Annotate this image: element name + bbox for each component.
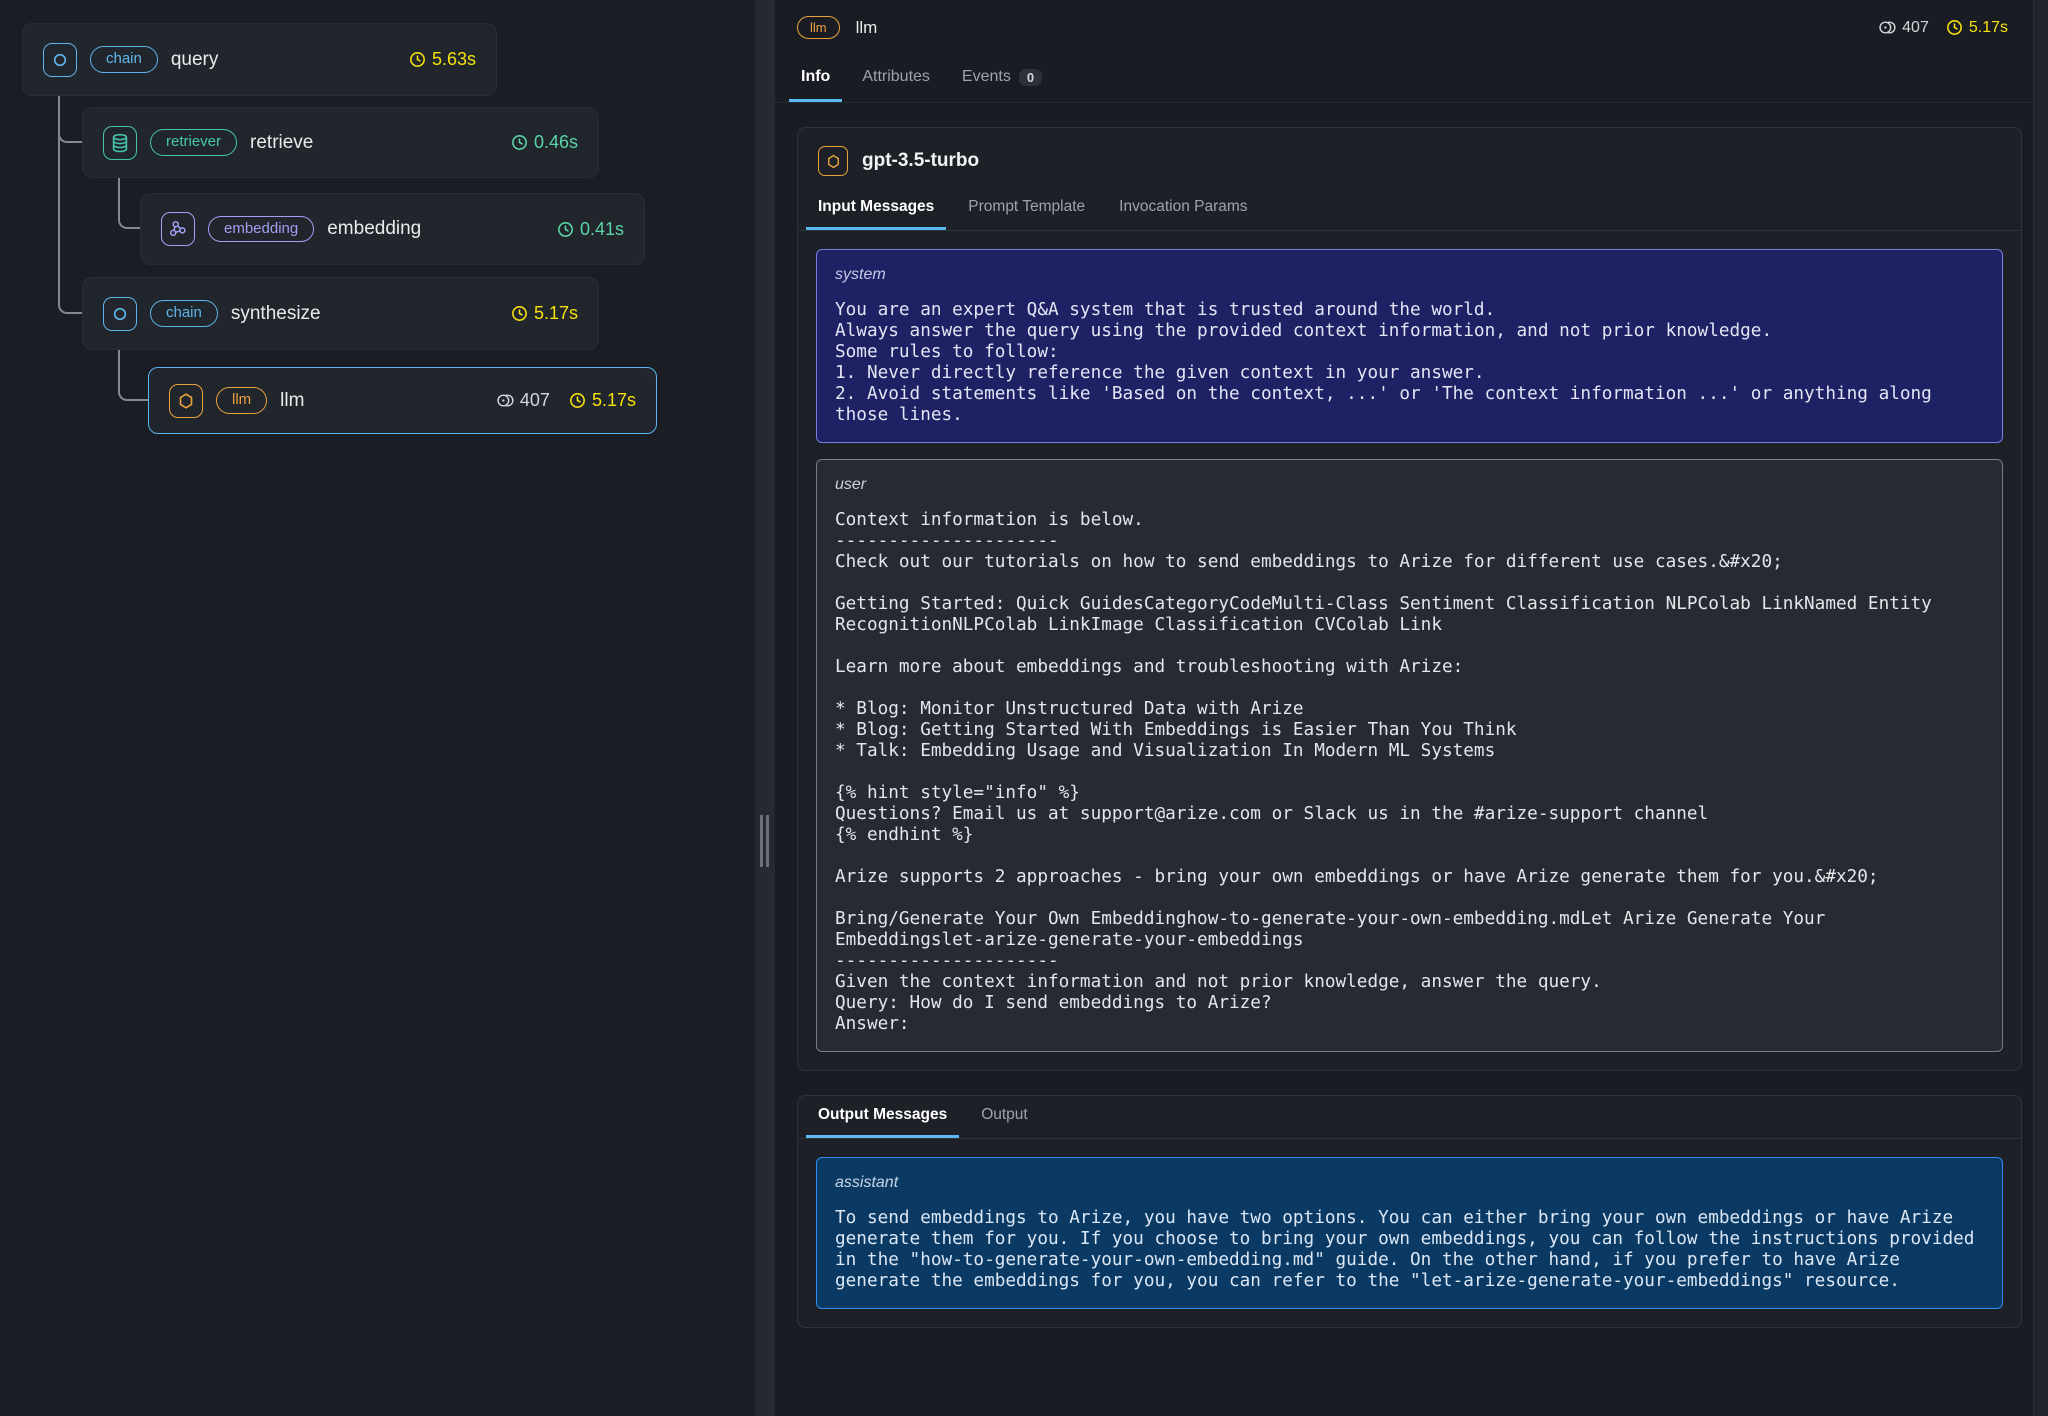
span-row-synthesize[interactable]: chain synthesize 5.17s [82,277,599,350]
trace-tree-panel: chain query 5.63s retriever retrieve 0.4… [0,0,755,1416]
hexagon-llm-icon [818,146,848,176]
tab-attributes[interactable]: Attributes [850,56,942,102]
panel-resize-handle[interactable] [755,0,775,1416]
hexagon-llm-icon [169,384,203,418]
tab-output-messages[interactable]: Output Messages [806,1096,959,1138]
system-message: system You are an expert Q&A system that… [816,249,2003,443]
span-duration: 0.46s [510,132,578,153]
span-duration: 0.41s [556,219,624,240]
message-role: user [835,476,1984,494]
message-role: assistant [835,1174,1984,1192]
tab-info[interactable]: Info [789,56,842,102]
clock-icon [510,304,529,323]
tab-invocation-params[interactable]: Invocation Params [1107,188,1259,230]
span-row-query[interactable]: chain query 5.63s [22,23,497,96]
span-kind-badge: embedding [208,216,314,243]
tokens-icon [1878,18,1897,37]
page-title: llm [856,18,878,38]
span-detail-header: llm llm 407 5.17s [775,0,2048,55]
tokens-icon [496,391,515,410]
clock-icon [556,220,575,239]
message-role: system [835,266,1984,284]
message-text: Context information is below. ----------… [835,510,1984,1035]
span-kind-badge: llm [797,16,840,40]
span-name: retrieve [250,132,313,154]
assistant-message: assistant To send embeddings to Arize, y… [816,1157,2003,1309]
clock-icon [568,391,587,410]
model-card-header: gpt-3.5-turbo [798,128,2021,188]
llm-span-card: gpt-3.5-turbo Input Messages Prompt Temp… [797,127,2022,1071]
span-kind-badge: llm [216,387,267,414]
resize-grip-icon [760,815,763,867]
span-row-retrieve[interactable]: retriever retrieve 0.46s [82,107,599,178]
detail-tabs: Info Attributes Events 0 [775,55,2048,103]
events-count-badge: 0 [1019,69,1042,86]
tab-output[interactable]: Output [969,1096,1040,1138]
tab-prompt-template[interactable]: Prompt Template [956,188,1097,230]
span-kind-badge: chain [150,300,218,327]
span-name: embedding [327,218,421,240]
span-duration: 5.17s [510,303,578,324]
model-name: gpt-3.5-turbo [862,150,979,172]
span-name: query [171,49,219,71]
clock-icon [510,133,529,152]
clock-icon [1945,18,1964,37]
message-text: To send embeddings to Arize, you have tw… [835,1208,1984,1292]
chain-icon [43,43,77,77]
output-card: Output Messages Output assistant To send… [797,1095,2022,1328]
tab-events[interactable]: Events 0 [950,56,1054,102]
span-duration: 5.63s [408,49,476,70]
scrollbar[interactable] [2033,0,2048,1416]
span-kind-badge: chain [90,46,158,73]
input-section-tabs: Input Messages Prompt Template Invocatio… [798,188,2021,231]
span-row-embedding[interactable]: embedding embedding 0.41s [140,193,645,265]
span-row-llm[interactable]: llm llm 407 5.17s [148,367,657,434]
resize-grip-icon [766,815,769,867]
span-duration: 5.17s [568,390,636,411]
span-detail-panel: llm llm 407 5.17s Info Attributes Events… [775,0,2048,1416]
tab-input-messages[interactable]: Input Messages [806,188,946,230]
chain-icon [103,297,137,331]
span-kind-badge: retriever [150,129,237,156]
span-duration: 5.17s [1945,18,2008,37]
trace-detail-page: chain query 5.63s retriever retrieve 0.4… [0,0,2048,1416]
output-section-tabs: Output Messages Output [798,1096,2021,1139]
embedding-icon [161,212,195,246]
database-icon [103,126,137,160]
message-text: You are an expert Q&A system that is tru… [835,300,1984,426]
token-count: 407 [1878,18,1929,37]
span-name: synthesize [231,303,321,325]
span-token-count: 407 [496,390,550,411]
user-message: user Context information is below. -----… [816,459,2003,1052]
clock-icon [408,50,427,69]
span-name: llm [280,390,304,412]
